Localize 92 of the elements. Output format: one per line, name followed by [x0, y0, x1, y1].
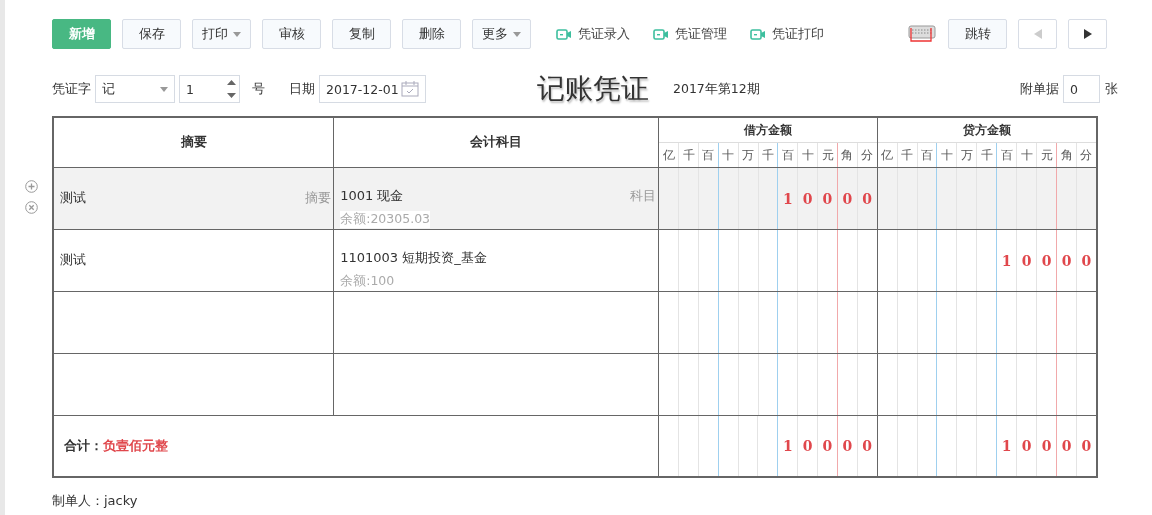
digit-header: 十: [1017, 143, 1038, 167]
toolbar-button[interactable]: 复制: [332, 19, 391, 49]
camera-icon: [556, 28, 572, 40]
camera-icon: [750, 28, 766, 40]
digit-header: 千: [977, 143, 998, 167]
digit-header: 分: [860, 146, 875, 164]
amount-digit: 0: [802, 438, 813, 454]
nav-link[interactable]: 凭证打印: [750, 25, 824, 43]
dropdown-button[interactable]: 更多: [472, 19, 531, 49]
amount-digit: 0: [862, 438, 872, 454]
add-row-icon[interactable]: [25, 180, 38, 193]
caret-icon: [160, 86, 168, 92]
caret-icon: [233, 31, 241, 37]
jump-button[interactable]: 跳转: [948, 19, 1007, 49]
amount-digit: 0: [1041, 252, 1052, 269]
nav-link[interactable]: 凭证录入: [556, 25, 630, 43]
digit-header: 千: [758, 143, 779, 167]
total-label: 合计：: [64, 437, 103, 455]
summary-text: 测试: [60, 190, 86, 207]
amount-digit: 1: [1001, 252, 1012, 269]
column-header: 会计科目: [334, 118, 660, 167]
digit-header: 角: [838, 143, 858, 167]
date-field[interactable]: 2017-12-01: [319, 75, 426, 103]
spinner-arrows-icon[interactable]: [227, 78, 236, 100]
digit-header: 十: [718, 143, 739, 167]
right-triangle-icon: [1083, 29, 1092, 39]
attachments-field[interactable]: 0: [1063, 75, 1100, 103]
digit-header: 百: [698, 143, 719, 167]
digit-header: 亿: [659, 143, 680, 167]
amount-digit: 0: [1081, 438, 1092, 454]
digit-header: 百: [997, 143, 1018, 167]
amount-digit: 0: [862, 190, 872, 207]
column-header: 贷方金额: [877, 118, 1096, 143]
camera-icon: [653, 28, 669, 40]
amount-digit: 0: [842, 438, 853, 454]
digit-header: 百: [917, 143, 938, 167]
amount-digit: 0: [1021, 438, 1032, 454]
amount-digit: 0: [842, 190, 853, 207]
amount-digit: 0: [1021, 252, 1032, 269]
amount-digit: 0: [1061, 438, 1072, 454]
voucher-title: 记账凭证: [537, 71, 649, 107]
amount-digit: 1: [1001, 438, 1012, 454]
period-label: 2017年第12期: [673, 80, 760, 98]
digit-header: 亿: [877, 143, 898, 167]
summary-text: 测试: [60, 252, 86, 269]
delete-row-icon[interactable]: [25, 201, 38, 214]
number-suffix: 号: [252, 80, 265, 98]
toolbar-button[interactable]: 保存: [122, 19, 181, 49]
attachments-label: 附单据: [1020, 80, 1059, 98]
digit-header: 十: [798, 143, 819, 167]
column-header: 摘要: [54, 118, 335, 167]
summary-hint: 摘要: [305, 190, 332, 207]
toolbar-button[interactable]: 审核: [262, 19, 321, 49]
digit-header: 万: [738, 143, 759, 167]
amount-digit: 1: [782, 190, 793, 207]
account-text: 1001 现金: [340, 187, 404, 205]
digit-header: 元: [818, 143, 838, 167]
total-in-words: 负壹佰元整: [103, 437, 168, 455]
attachments-suffix: 张: [1105, 80, 1118, 98]
digit-header: 角: [1057, 143, 1077, 167]
next-button[interactable]: [1068, 19, 1107, 49]
dropdown-button[interactable]: 打印: [192, 19, 251, 49]
toolbar-button[interactable]: 删除: [402, 19, 461, 49]
balance-text: 余额:100: [340, 273, 395, 290]
voucher-word-label: 凭证字: [52, 80, 91, 98]
maker-text: 制单人：jacky: [52, 493, 138, 508]
calendar-icon[interactable]: [401, 81, 419, 97]
digit-header: 千: [679, 143, 699, 167]
amount-digit: 0: [1061, 252, 1072, 269]
digit-header: 千: [897, 143, 918, 167]
amount-digit: 0: [802, 190, 813, 207]
date-label: 日期: [289, 80, 315, 98]
left-triangle-icon: [1033, 29, 1042, 39]
keyboard-icon[interactable]: [908, 25, 936, 43]
digit-header: 分: [1079, 146, 1094, 164]
digit-header: 元: [1037, 143, 1058, 167]
amount-digit: 0: [1081, 252, 1092, 269]
digit-header: 百: [778, 143, 799, 167]
voucher-word-select[interactable]: 记: [95, 75, 175, 103]
nav-link[interactable]: 凭证管理: [653, 25, 727, 43]
column-header: 借方金额: [659, 118, 877, 143]
number-field[interactable]: 1: [179, 75, 240, 103]
amount-digit: 1: [782, 438, 793, 454]
account-hint: 科目: [630, 187, 657, 205]
amount-digit: 0: [822, 438, 833, 454]
amount-digit: 0: [822, 190, 833, 207]
balance-text: 余额:20305.03: [340, 211, 431, 228]
account-text: 1101003 短期投资_基金: [340, 249, 487, 267]
digit-header: 万: [957, 143, 978, 167]
caret-icon: [513, 31, 521, 37]
digit-header: 十: [937, 143, 958, 167]
amount-digit: 0: [1041, 438, 1052, 454]
